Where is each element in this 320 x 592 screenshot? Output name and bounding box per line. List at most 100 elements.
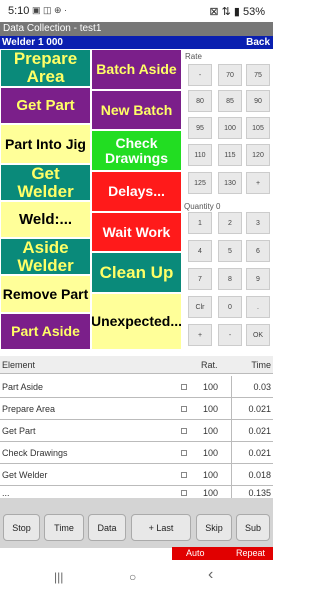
row-time: 0.135: [248, 488, 271, 498]
back-icon[interactable]: ‹: [208, 566, 213, 584]
quantity-key[interactable]: -: [218, 324, 242, 346]
rate-label: Rate: [185, 52, 202, 61]
rate-key[interactable]: 115: [218, 144, 242, 166]
rate-key[interactable]: 110: [188, 144, 212, 166]
table-row[interactable]: Get Welder 100 0.018: [0, 464, 273, 486]
rate-key[interactable]: -: [188, 64, 212, 86]
auto-toggle[interactable]: Auto: [186, 548, 205, 558]
mode-bar: Auto Repeat: [172, 547, 273, 560]
row-checkbox[interactable]: [181, 490, 187, 496]
quantity-key[interactable]: 5: [218, 240, 242, 262]
rate-key[interactable]: 105: [246, 117, 270, 139]
rate-key[interactable]: 100: [218, 117, 242, 139]
header-time: Time: [251, 360, 271, 370]
row-time: 0.021: [248, 404, 271, 414]
row-rate: 100: [203, 470, 219, 480]
part-aside-button[interactable]: Part Aside: [0, 313, 91, 350]
new-batch-button[interactable]: New Batch: [91, 90, 182, 130]
time-button[interactable]: Time: [44, 514, 84, 541]
quantity-key[interactable]: 7: [188, 268, 212, 290]
quantity-key[interactable]: 9: [246, 268, 270, 290]
repeat-toggle[interactable]: Repeat: [236, 548, 265, 558]
data-button[interactable]: Data: [88, 514, 126, 541]
rate-key[interactable]: 120: [246, 144, 270, 166]
rate-panel: Rate -70 75 80 85 90 95 100 105 110 115 120 125 130 +…: [182, 49, 273, 354]
quantity-label: Quantity 0: [184, 202, 221, 211]
row-checkbox[interactable]: [181, 428, 187, 434]
system-nav-bar: ||| ○ ‹: [0, 560, 273, 592]
column-divider: [231, 442, 232, 463]
row-rate: 100: [203, 382, 219, 392]
quantity-key[interactable]: 3: [246, 212, 270, 234]
rate-key[interactable]: 130: [218, 172, 242, 194]
aside-welder-button[interactable]: Aside Welder: [0, 238, 91, 275]
quantity-key[interactable]: 4: [188, 240, 212, 262]
quantity-key[interactable]: 6: [246, 240, 270, 262]
delays-button[interactable]: Delays...: [91, 171, 182, 212]
header-rate: Rat.: [201, 360, 218, 370]
stop-button[interactable]: Stop: [3, 514, 40, 541]
rate-key[interactable]: 80: [188, 90, 212, 112]
table-header: Element Rat. Time: [0, 356, 273, 374]
rate-key[interactable]: 75: [246, 64, 270, 86]
table-row[interactable]: Part Aside 100 0.03: [0, 376, 273, 398]
get-part-button[interactable]: Get Part: [0, 87, 91, 124]
quantity-key[interactable]: 2: [218, 212, 242, 234]
back-button[interactable]: Back: [246, 36, 270, 49]
row-checkbox[interactable]: [181, 406, 187, 412]
remove-part-button[interactable]: Remove Part: [0, 275, 91, 313]
table-row[interactable]: Check Drawings 100 0.021: [0, 442, 273, 464]
rate-key[interactable]: 125: [188, 172, 212, 194]
recents-icon[interactable]: |||: [54, 570, 63, 584]
quantity-key[interactable]: 8: [218, 268, 242, 290]
rate-key[interactable]: 85: [218, 90, 242, 112]
skip-button[interactable]: Skip: [196, 514, 232, 541]
wait-work-button[interactable]: Wait Work: [91, 212, 182, 252]
column-divider: [231, 376, 232, 397]
rate-key[interactable]: 95: [188, 117, 212, 139]
column-divider: [231, 420, 232, 441]
prepare-area-button[interactable]: Prepare Area: [0, 49, 91, 87]
table-row[interactable]: Get Part 100 0.021: [0, 420, 273, 442]
plus-last-button[interactable]: + Last: [131, 514, 191, 541]
clock: 5:10: [8, 5, 30, 17]
quantity-key[interactable]: 0: [218, 296, 242, 318]
row-rate: 100: [203, 448, 219, 458]
row-element: Part Aside: [2, 382, 44, 392]
row-checkbox[interactable]: [181, 384, 187, 390]
column-divider: [231, 398, 232, 419]
sub-header: Welder 1 000 Back: [0, 36, 273, 49]
check-drawings-button[interactable]: Check Drawings: [91, 130, 182, 171]
get-welder-button[interactable]: Get Welder: [0, 164, 91, 201]
row-checkbox[interactable]: [181, 472, 187, 478]
clean-up-button[interactable]: Clean Up: [91, 252, 182, 293]
row-element: Get Welder: [2, 470, 48, 480]
quantity-key[interactable]: OK: [246, 324, 270, 346]
quantity-key[interactable]: Clr: [188, 296, 212, 318]
elements-table: Element Rat. Time Part Aside 100 0.03 Prepa…: [0, 356, 273, 500]
row-rate: 100: [203, 488, 219, 498]
rate-key[interactable]: 70: [218, 64, 242, 86]
row-time: 0.03: [253, 382, 271, 392]
quantity-key[interactable]: +: [188, 324, 212, 346]
sub-button[interactable]: Sub: [236, 514, 270, 541]
batch-aside-button[interactable]: Batch Aside: [91, 49, 182, 90]
part-into-jig-button[interactable]: Part Into Jig: [0, 124, 91, 164]
rate-key[interactable]: 90: [246, 90, 270, 112]
welder-label: Welder 1 000: [2, 37, 63, 48]
quantity-key[interactable]: .: [246, 296, 270, 318]
rate-key[interactable]: +: [246, 172, 270, 194]
row-checkbox[interactable]: [181, 450, 187, 456]
row-rate: 100: [203, 404, 219, 414]
quantity-key[interactable]: 1: [188, 212, 212, 234]
bottom-toolbar: Stop Time Data + Last Skip Sub: [0, 498, 273, 548]
battery-status: ⊠ ⇅ ▮ 53%: [209, 6, 265, 18]
row-time: 0.021: [248, 426, 271, 436]
header-element: Element: [2, 360, 36, 370]
table-row[interactable]: Prepare Area 100 0.021: [0, 398, 273, 420]
row-rate: 100: [203, 426, 219, 436]
notification-icons: ▣ ◫ ⊕ ·: [32, 5, 68, 15]
home-icon[interactable]: ○: [129, 570, 136, 584]
unexpected-button[interactable]: Unexpected...: [91, 293, 182, 350]
weld-button[interactable]: Weld:...: [0, 201, 91, 238]
